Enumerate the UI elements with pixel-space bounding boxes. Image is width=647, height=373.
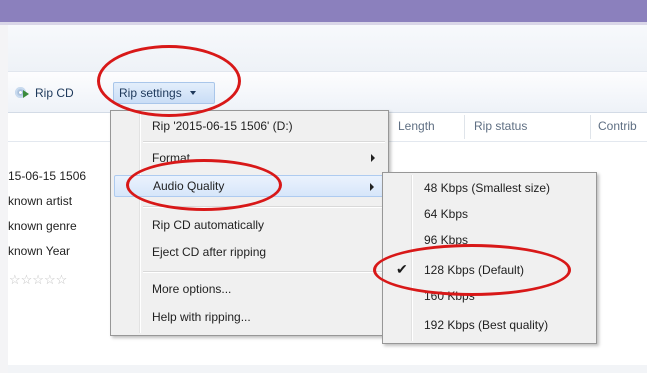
rip-settings-menu: Rip '2015-06-15 1506' (D:) Format Audio …	[110, 110, 389, 336]
album-genre[interactable]: known genre	[8, 219, 77, 233]
menu-item-label: Rip CD automatically	[152, 218, 265, 232]
chevron-right-icon	[370, 183, 374, 191]
rip-settings-button[interactable]: Rip settings	[113, 82, 215, 104]
rip-cd-button[interactable]: Rip CD	[10, 82, 79, 104]
window-title-bar	[0, 0, 647, 22]
menu-item-rip-disc[interactable]: Rip '2015-06-15 1506' (D:)	[114, 115, 385, 137]
column-header-contrib[interactable]: Contrib	[598, 119, 637, 133]
quality-option-128[interactable]: ✔ 128 Kbps (Default)	[386, 259, 593, 281]
menu-item-label: More options...	[152, 282, 232, 296]
checkmark-icon: ✔	[396, 261, 408, 277]
menu-item-rip-automatically[interactable]: Rip CD automatically	[114, 214, 385, 236]
menu-separator	[143, 206, 385, 208]
menu-item-eject-after-ripping[interactable]: Eject CD after ripping	[114, 241, 385, 263]
menu-separator	[143, 141, 385, 143]
column-header-length[interactable]: Length	[398, 119, 435, 133]
quality-option-160[interactable]: 160 Kbps	[386, 285, 593, 307]
quality-option-48[interactable]: 48 Kbps (Smallest size)	[386, 177, 593, 199]
toolbar: Rip CD Rip settings	[8, 72, 647, 113]
album-date: 15-06-15 1506	[8, 169, 87, 183]
quality-option-label: 96 Kbps	[424, 233, 469, 247]
chevron-down-icon	[189, 91, 196, 95]
column-separator	[590, 115, 591, 139]
quality-option-192[interactable]: 192 Kbps (Best quality)	[386, 314, 593, 336]
menu-item-help-ripping[interactable]: Help with ripping...	[114, 306, 385, 328]
bottom-panel-edge	[8, 365, 647, 373]
menu-item-label: Help with ripping...	[152, 310, 251, 324]
album-artist[interactable]: known artist	[8, 194, 72, 208]
rip-cd-label: Rip CD	[35, 86, 74, 100]
menu-item-label: Rip '2015-06-15 1506' (D:)	[152, 119, 293, 133]
navigation-strip	[8, 25, 647, 72]
column-header-rip-status[interactable]: Rip status	[474, 119, 527, 133]
album-year[interactable]: known Year	[8, 244, 70, 258]
quality-option-96[interactable]: 96 Kbps	[386, 229, 593, 251]
menu-item-format[interactable]: Format	[114, 147, 385, 169]
quality-option-label: 192 Kbps (Best quality)	[424, 318, 549, 332]
quality-option-label: 160 Kbps	[424, 289, 475, 303]
quality-option-label: 48 Kbps (Smallest size)	[424, 181, 551, 195]
menu-item-more-options[interactable]: More options...	[114, 278, 385, 300]
quality-option-64[interactable]: 64 Kbps	[386, 203, 593, 225]
menu-item-label: Format	[152, 151, 191, 165]
quality-option-label: 128 Kbps (Default)	[424, 263, 525, 277]
rating-stars[interactable]: ☆☆☆☆☆	[9, 272, 67, 288]
rip-settings-label: Rip settings	[119, 86, 182, 100]
chevron-right-icon	[371, 154, 375, 162]
rip-cd-icon	[15, 86, 31, 100]
menu-separator	[143, 271, 385, 273]
quality-option-label: 64 Kbps	[424, 207, 469, 221]
menu-item-label: Audio Quality	[153, 179, 225, 193]
menu-item-audio-quality[interactable]: Audio Quality	[114, 175, 385, 197]
menu-item-label: Eject CD after ripping	[152, 245, 267, 259]
column-separator	[464, 115, 465, 139]
audio-quality-submenu: 48 Kbps (Smallest size) 64 Kbps 96 Kbps …	[382, 172, 597, 344]
